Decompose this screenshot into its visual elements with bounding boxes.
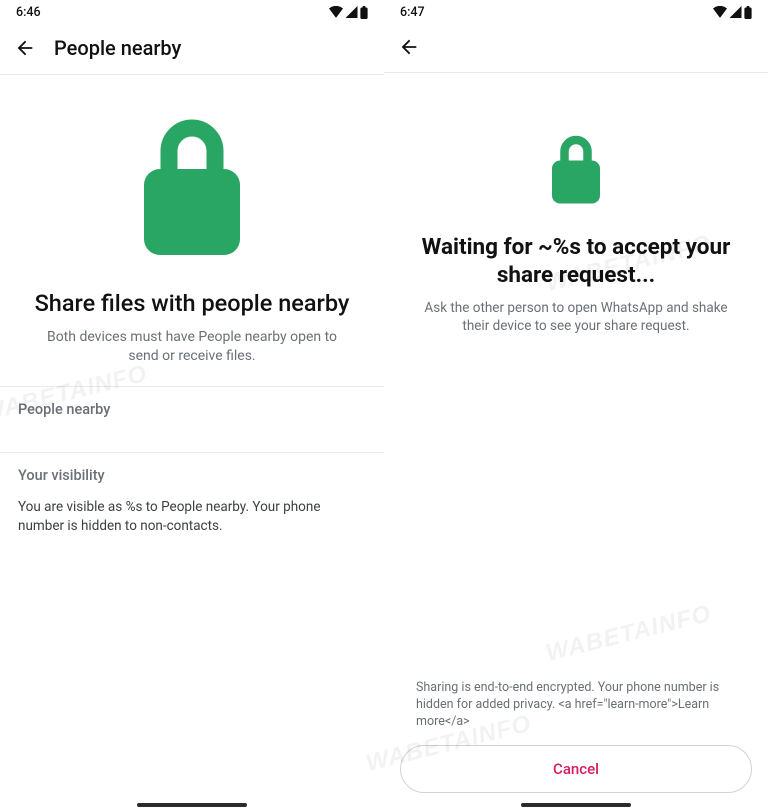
section-your-visibility: Your visibility — [0, 453, 384, 498]
section-people-nearby[interactable]: People nearby — [0, 387, 384, 432]
arrow-left-icon — [14, 37, 36, 59]
encryption-note: Sharing is end-to-end encrypted. Your ph… — [396, 680, 756, 745]
subtext: Both devices must have People nearby ope… — [34, 328, 350, 366]
arrow-left-icon — [398, 36, 420, 58]
lock-illustration — [384, 135, 768, 205]
lock-illustration — [0, 119, 384, 257]
headline: Waiting for ~%s to accept your share req… — [398, 233, 754, 289]
wifi-icon — [713, 6, 727, 18]
nav-pill[interactable] — [137, 803, 247, 807]
status-bar: 6:46 — [0, 0, 384, 24]
cancel-button[interactable]: Cancel — [400, 745, 752, 793]
signal-icon — [729, 6, 742, 18]
header — [384, 24, 768, 72]
header-divider — [0, 74, 384, 75]
battery-icon — [360, 6, 368, 19]
screen-right: 6:47 Waiting for ~%s to accept your shar… — [384, 0, 768, 811]
lock-icon — [548, 135, 604, 205]
signal-icon — [345, 6, 358, 18]
status-icons — [329, 6, 368, 19]
subtext: Ask the other person to open WhatsApp an… — [412, 299, 740, 335]
back-button[interactable] — [398, 36, 420, 58]
status-time: 6:46 — [16, 5, 41, 20]
status-time: 6:47 — [400, 5, 425, 20]
status-icons — [713, 6, 752, 19]
footer: Sharing is end-to-end encrypted. Your ph… — [384, 680, 768, 793]
visibility-body: You are visible as %s to People nearby. … — [0, 498, 384, 536]
watermark: WABETAINFO — [543, 600, 714, 668]
cancel-label: Cancel — [553, 760, 599, 778]
page-title: People nearby — [54, 36, 181, 60]
back-button[interactable] — [14, 37, 36, 59]
header: People nearby — [0, 24, 384, 74]
screen-left: 6:46 People nearby Share files with peop… — [0, 0, 384, 811]
nav-pill[interactable] — [521, 803, 631, 807]
wifi-icon — [329, 6, 343, 18]
lock-icon — [136, 119, 248, 257]
battery-icon — [744, 6, 752, 19]
headline: Share files with people nearby — [24, 289, 360, 318]
header-divider — [384, 72, 768, 73]
status-bar: 6:47 — [384, 0, 768, 24]
